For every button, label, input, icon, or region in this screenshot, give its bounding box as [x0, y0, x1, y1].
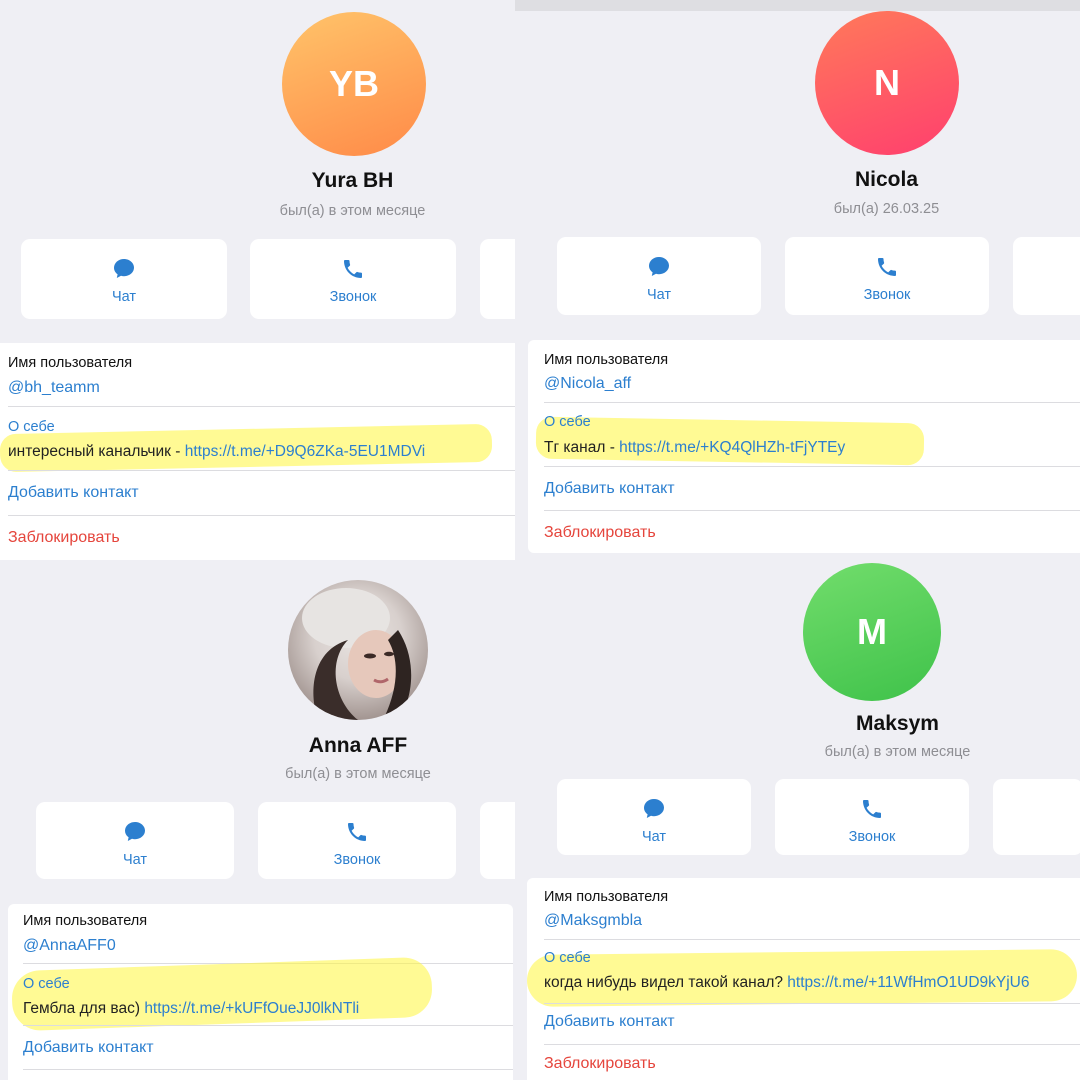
profile-name: Maksym	[856, 712, 939, 735]
call-label: Звонок	[848, 829, 896, 845]
top-bar	[515, 0, 1080, 11]
more-button[interactable]	[1013, 237, 1080, 315]
about-title: О себе	[8, 419, 55, 435]
divider	[544, 1044, 1080, 1045]
divider	[8, 515, 515, 516]
username-title: Имя пользователя	[23, 913, 148, 929]
call-button[interactable]: Звонок	[785, 237, 989, 315]
info-card: Имя пользователя @Maksgmbla О себе когда…	[526, 878, 1080, 1080]
info-card: Имя пользователя @Nicola_aff О себе Тг к…	[528, 340, 1080, 553]
avatar-initials: YB	[328, 63, 379, 104]
call-label: Звонок	[329, 289, 377, 305]
profile-panel-maksym: M Maksym был(а) в этом месяце Чат Звонок…	[515, 560, 1080, 1080]
bio-link[interactable]: https://t.me/+KQ4QlHZh-tFjYTEy	[619, 439, 845, 456]
bio-text: когда нибудь видел такой канал? https://…	[544, 974, 1030, 991]
phone-icon	[863, 800, 881, 818]
more-button[interactable]	[480, 239, 515, 319]
bio-link[interactable]: https://t.me/+D9Q6ZKa-5EU1MDVi	[185, 443, 426, 460]
chat-button[interactable]: Чат	[21, 239, 227, 319]
about-title: О себе	[544, 414, 591, 430]
avatar: M	[803, 563, 941, 701]
block-button[interactable]: Заблокировать	[8, 529, 120, 547]
divider	[23, 1069, 513, 1070]
chat-bubble-icon	[114, 259, 134, 278]
phone-icon	[348, 823, 366, 841]
call-button[interactable]: Звонок	[250, 239, 456, 319]
avatar: N	[815, 11, 959, 155]
profile-name: Anna AFF	[308, 734, 408, 757]
divider	[8, 470, 515, 471]
bio-link[interactable]: https://t.me/+11WfHmO1UD9kYjU6	[787, 974, 1029, 991]
divider	[544, 466, 1080, 467]
chat-button[interactable]: Чат	[557, 237, 761, 315]
add-contact-button[interactable]: Добавить контакт	[8, 484, 139, 502]
phone-icon	[344, 260, 362, 278]
chat-label: Чат	[646, 287, 672, 303]
more-button[interactable]	[480, 802, 515, 879]
username-value[interactable]: @Nicola_aff	[544, 375, 631, 393]
add-contact-button[interactable]: Добавить контакт	[544, 1013, 675, 1031]
profile-panel-nicola: N Nicola был(а) 26.03.25 Чат Звонок Имя …	[515, 0, 1080, 560]
call-button[interactable]: Звонок	[258, 802, 456, 879]
chat-bubble-icon	[644, 799, 664, 818]
highlight-marker	[11, 956, 433, 1032]
divider	[8, 406, 515, 407]
call-label: Звонок	[863, 287, 911, 303]
avatar: YB	[282, 12, 426, 156]
divider	[544, 402, 1080, 403]
block-button[interactable]: Заблокировать	[544, 1055, 656, 1073]
last-seen-status: был(а) в этом месяце	[285, 766, 431, 782]
profile-panel-anna: Anna AFF был(а) в этом месяце Чат Звонок…	[0, 560, 515, 1080]
username-value[interactable]: @Maksgmbla	[544, 912, 642, 930]
chat-bubble-icon	[125, 822, 145, 841]
profile-photo	[288, 580, 428, 720]
bio-link[interactable]: https://t.me/+kUFfOueJJ0lkNTli	[144, 1000, 359, 1017]
divider	[544, 1003, 1080, 1004]
chat-button[interactable]: Чат	[36, 802, 234, 879]
last-seen-status: был(а) в этом месяце	[824, 744, 971, 760]
avatar-initials: N	[874, 62, 900, 103]
last-seen-status: был(а) в этом месяце	[279, 203, 426, 219]
phone-icon	[878, 258, 896, 276]
chat-label: Чат	[122, 852, 148, 868]
username-value[interactable]: @AnnaAFF0	[23, 937, 116, 955]
avatar-initials: M	[857, 611, 887, 652]
username-title: Имя пользователя	[544, 889, 669, 905]
block-button[interactable]: Заблокировать	[544, 524, 656, 542]
bio-text: интересный канальчик - https://t.me/+D9Q…	[8, 443, 426, 460]
add-contact-button[interactable]: Добавить контакт	[23, 1039, 154, 1057]
profile-photo-image	[302, 588, 412, 720]
call-button[interactable]: Звонок	[775, 779, 969, 855]
username-title: Имя пользователя	[544, 352, 669, 368]
username-title: Имя пользователя	[8, 355, 133, 371]
about-title: О себе	[23, 976, 70, 992]
profile-name: Yura BH	[311, 169, 394, 192]
about-title: О себе	[544, 950, 591, 966]
last-seen-status: был(а) 26.03.25	[833, 201, 940, 217]
bio-text: Гембла для вас) https://t.me/+kUFfOueJJ0…	[23, 1000, 360, 1017]
chat-label: Чат	[641, 829, 667, 845]
chat-bubble-icon	[649, 257, 669, 276]
divider	[544, 510, 1080, 511]
chat-button[interactable]: Чат	[557, 779, 751, 855]
info-card: Имя пользователя @bh_teamm О себе интере…	[0, 343, 515, 560]
add-contact-button[interactable]: Добавить контакт	[544, 480, 675, 498]
divider	[544, 939, 1080, 940]
chat-label: Чат	[111, 289, 137, 305]
divider	[23, 1025, 513, 1026]
bio-text: Тг канал - https://t.me/+KQ4QlHZh-tFjYTE…	[544, 439, 846, 456]
call-label: Звонок	[333, 852, 381, 868]
profile-panel-yura: YB Yura BH был(а) в этом месяце Чат Звон…	[0, 0, 515, 560]
info-card: Имя пользователя @AnnaAFF0 О себе Гембла…	[8, 904, 513, 1080]
profile-name: Nicola	[854, 168, 919, 191]
more-button[interactable]	[993, 779, 1080, 855]
username-value[interactable]: @bh_teamm	[8, 379, 100, 397]
